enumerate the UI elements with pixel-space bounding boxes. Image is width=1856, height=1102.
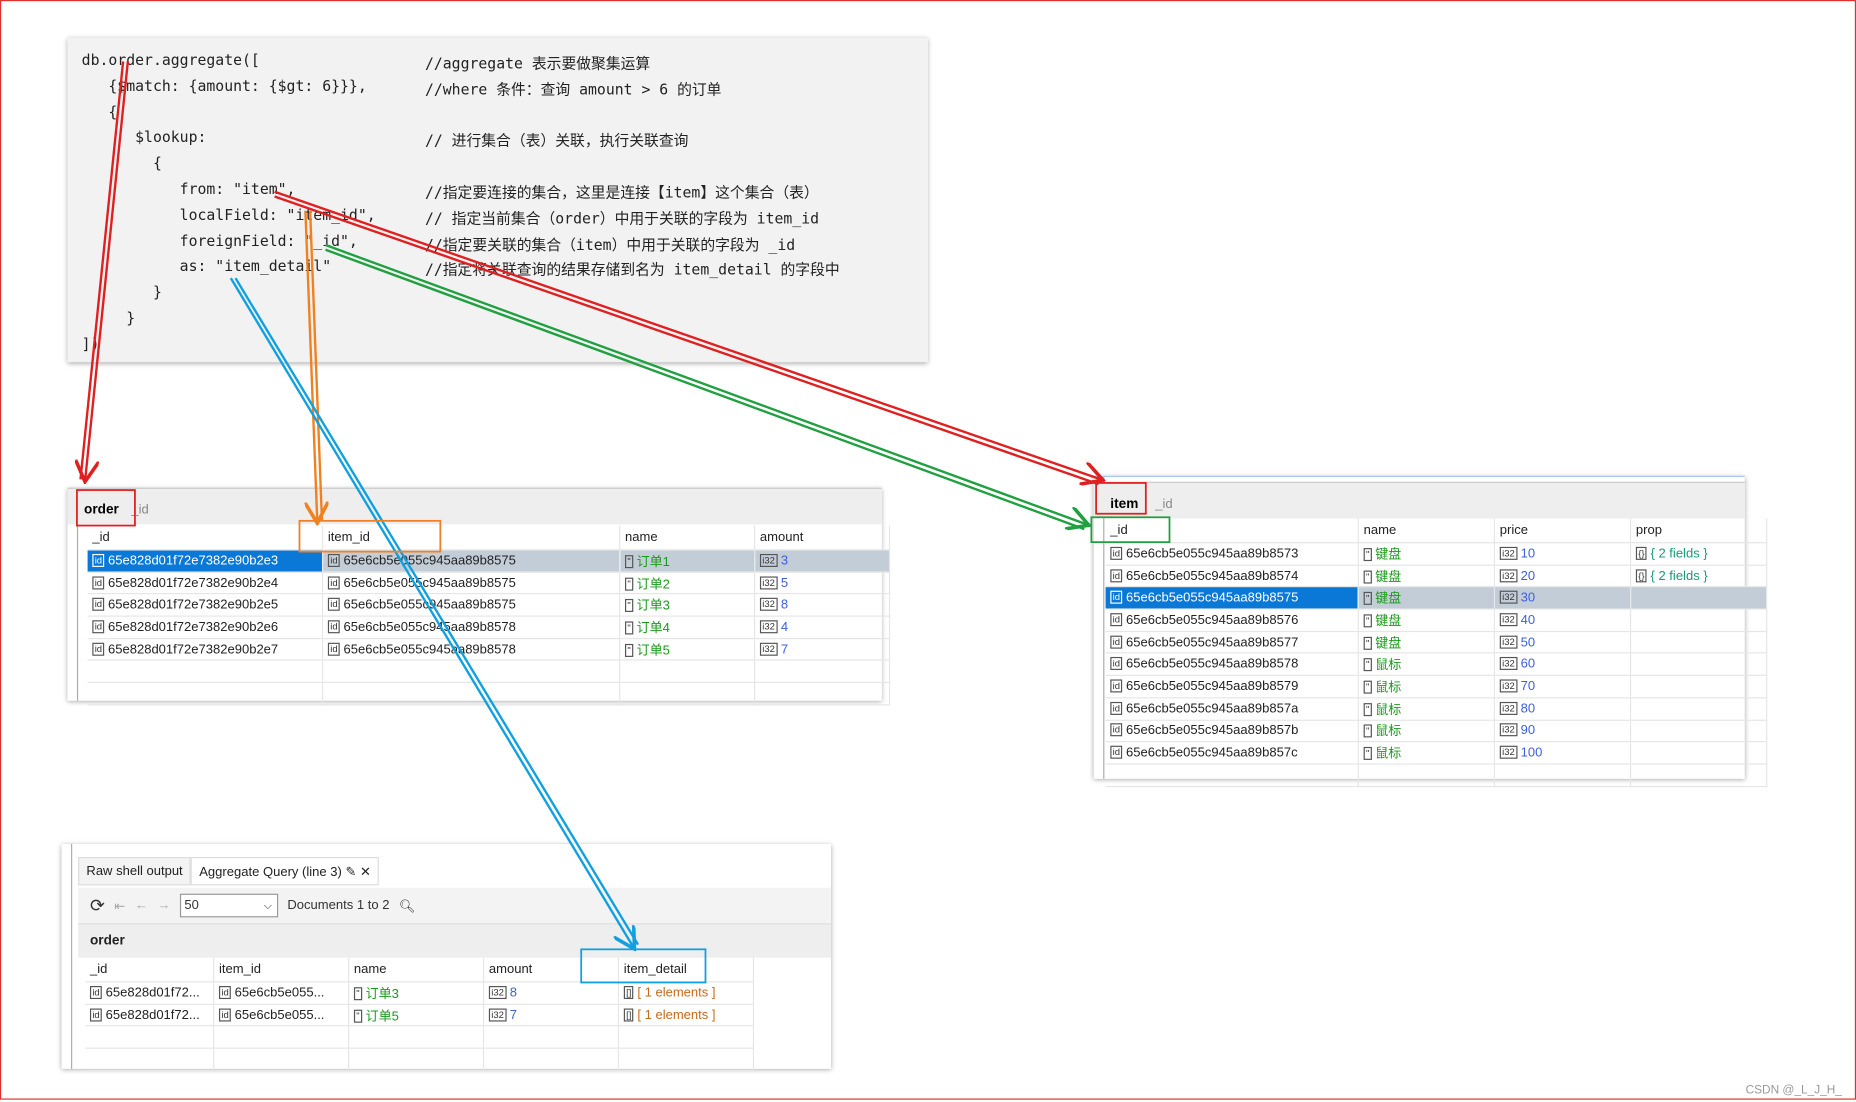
highlight-order xyxy=(76,489,136,527)
arrow-order xyxy=(85,61,130,480)
watermark: CSDN @_L_J_H_ xyxy=(1745,1084,1842,1098)
highlight-item xyxy=(1095,482,1147,515)
highlight-item-detail xyxy=(580,948,707,984)
arrow-as-item-detail xyxy=(229,277,633,947)
annotated-screenshot: db.order.aggregate([//aggregate 表示要做聚集运算… xyxy=(0,0,1856,1102)
arrow-foreign-field xyxy=(325,243,1087,524)
arrow-from-item xyxy=(274,190,1101,480)
highlight-id xyxy=(1090,516,1171,544)
annotation-arrows xyxy=(0,61,1171,984)
highlight-item-id xyxy=(298,519,442,553)
